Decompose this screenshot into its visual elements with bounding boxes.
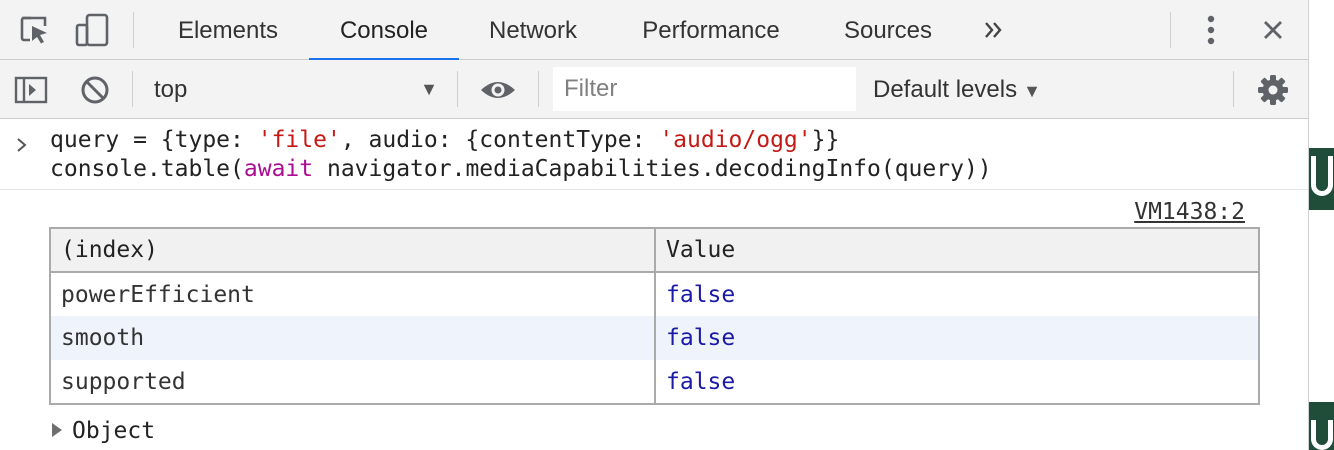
console-toolbar: top ▼ Default levels▼	[0, 60, 1308, 119]
code-token: console.table(	[50, 156, 244, 182]
toolbar-separator	[457, 71, 458, 107]
code-string: 'audio/ogg'	[659, 127, 812, 153]
close-icon[interactable]	[1256, 0, 1290, 60]
object-label: Object	[72, 418, 156, 444]
code-token: }}	[811, 127, 840, 153]
toolbar-separator	[133, 12, 134, 48]
console-messages: query = {type: 'file', audio: {contentTy…	[0, 120, 1308, 450]
console-input-entry[interactable]: query = {type: 'file', audio: {contentTy…	[0, 120, 1308, 190]
log-levels-label: Default levels	[873, 76, 1018, 103]
gear-icon[interactable]	[1254, 60, 1292, 119]
row-index-cell: powerEfficient	[61, 281, 255, 308]
code-token: navigator.mediaCapabilities.decodingInfo…	[313, 156, 992, 182]
table-row: powerEfficient false	[50, 272, 1259, 316]
row-value-cell: false	[654, 272, 1259, 316]
tab-elements[interactable]: Elements	[160, 0, 296, 60]
table-row: smooth false	[50, 316, 1259, 360]
row-value-cell: false	[654, 316, 1259, 360]
tab-performance[interactable]: Performance	[620, 0, 802, 60]
eye-icon[interactable]	[476, 60, 520, 119]
code-keyword: await	[243, 156, 314, 182]
toolbar-separator	[538, 71, 539, 107]
console-output-entry: VM1438:2 (index) Value powerEfficient fa…	[0, 190, 1308, 450]
toolbar-separator	[132, 71, 133, 107]
row-value-cell: false	[654, 360, 1259, 404]
context-selector[interactable]: top ▼	[134, 68, 444, 111]
clear-console-icon[interactable]	[76, 60, 114, 119]
context-selector-value: top	[154, 76, 188, 103]
devtools-tab-bar: Elements Console Network Performance Sou…	[0, 0, 1308, 61]
log-levels-dropdown[interactable]: Default levels ▼	[860, 68, 1041, 111]
tab-console[interactable]: Console	[309, 0, 459, 61]
devtools-panel: Elements Console Network Performance Sou…	[0, 0, 1308, 450]
row-index-cell: smooth	[50, 316, 655, 360]
source-link[interactable]: VM1438:2	[1134, 198, 1245, 226]
filter-input[interactable]	[553, 67, 856, 111]
code-line: query = {type: 'file', audio: {contentTy…	[50, 126, 839, 154]
device-toolbar-icon[interactable]	[72, 0, 112, 60]
dropdown-arrow-icon: ▼	[1023, 81, 1041, 101]
console-table: (index) Value powerEfficient false smoot…	[49, 227, 1260, 405]
inspect-element-icon[interactable]	[14, 0, 54, 60]
kebab-menu-icon[interactable]	[1196, 0, 1226, 60]
toolbar-separator	[1233, 71, 1234, 107]
more-tabs-icon[interactable]	[978, 0, 1010, 60]
page-logo-fragment	[1309, 148, 1334, 210]
expand-triangle-icon[interactable]	[52, 423, 62, 437]
tab-network[interactable]: Network	[470, 0, 596, 60]
toolbar-separator	[1170, 12, 1171, 48]
tab-sources[interactable]: Sources	[826, 0, 950, 60]
page-logo-fragment	[1309, 402, 1334, 450]
prompt-chevron-icon	[15, 133, 29, 159]
column-header-value[interactable]: Value	[654, 228, 1259, 273]
table-header-row: (index) Value	[50, 228, 1259, 273]
code-token: , audio: {contentType:	[340, 127, 660, 153]
dropdown-arrow-icon: ▼	[420, 79, 438, 99]
code-token: query = {type:	[50, 127, 258, 153]
column-header-index[interactable]: (index)	[50, 228, 655, 273]
sidebar-toggle-icon[interactable]	[12, 60, 50, 119]
code-string: 'file'	[257, 127, 341, 153]
page-background-edge	[1308, 0, 1334, 450]
code-line: console.table(await navigator.mediaCapab…	[50, 155, 992, 183]
row-index-cell: supported	[61, 368, 186, 395]
object-tree-toggle[interactable]: Object	[52, 417, 155, 445]
table-row: supported false	[50, 360, 1259, 404]
